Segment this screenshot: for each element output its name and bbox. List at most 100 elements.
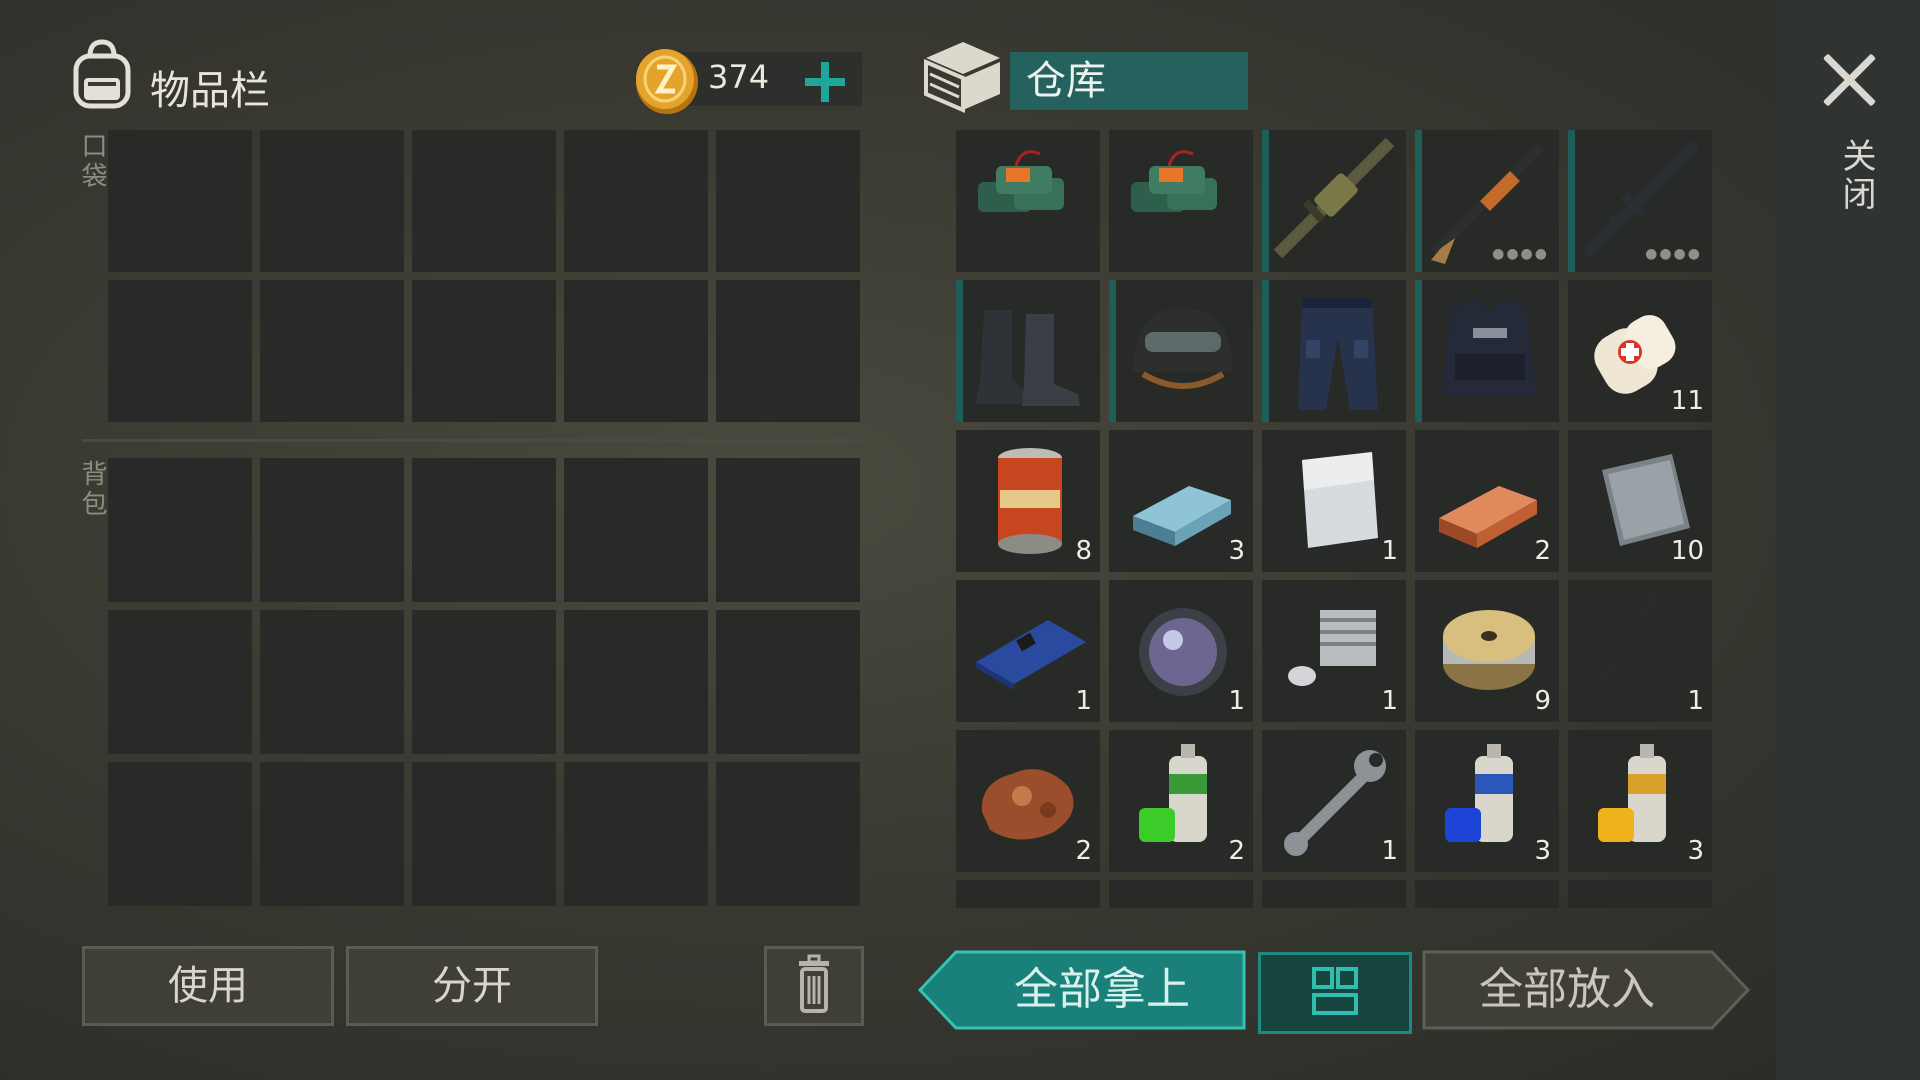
item-quantity: 10 bbox=[1670, 536, 1704, 566]
item-quantity: 2 bbox=[1534, 536, 1551, 566]
c4-explosive-icon bbox=[1131, 150, 1217, 212]
storage-slot-c4-explosive[interactable] bbox=[1109, 130, 1253, 272]
item-quantity: 1 bbox=[1687, 686, 1704, 716]
grid-sort-icon bbox=[1312, 967, 1358, 1015]
storage-slot-tactical-pants[interactable] bbox=[1262, 280, 1406, 422]
police-vest-icon bbox=[1441, 298, 1537, 396]
item-quantity: 1 bbox=[1381, 686, 1398, 716]
close-label[interactable]: 关闭 bbox=[1832, 138, 1881, 214]
storage-slot[interactable] bbox=[1109, 880, 1253, 908]
backpack-slot[interactable] bbox=[412, 610, 556, 754]
backpack-slot[interactable] bbox=[260, 762, 404, 906]
item-quantity: 2 bbox=[1075, 836, 1092, 866]
pocket-slot[interactable] bbox=[564, 130, 708, 272]
storage-slot-yellow-spray-paint[interactable]: 3 bbox=[1568, 730, 1712, 872]
storage-slot-assault-rifle[interactable]: ●●●● bbox=[1568, 130, 1712, 272]
backpack-slot[interactable] bbox=[108, 458, 252, 602]
storage-tab[interactable]: 仓库 bbox=[1010, 52, 1248, 110]
close-button[interactable] bbox=[1820, 50, 1880, 110]
storage-slot-blue-spray-paint[interactable]: 3 bbox=[1415, 730, 1559, 872]
add-coins-button[interactable] bbox=[800, 58, 850, 108]
storage-slot-green-spray-paint[interactable]: 2 bbox=[1109, 730, 1253, 872]
put-all-label: 全部放入 bbox=[1479, 964, 1655, 1015]
item-quantity: 3 bbox=[1687, 836, 1704, 866]
section-divider bbox=[82, 439, 862, 442]
pocket-slot[interactable] bbox=[564, 280, 708, 422]
backpack-slot[interactable] bbox=[716, 610, 860, 754]
backpack-slot[interactable] bbox=[716, 762, 860, 906]
storage-slot-bandage[interactable]: 11 bbox=[1568, 280, 1712, 422]
storage-slot-spring[interactable]: 1 bbox=[1568, 580, 1712, 722]
pocket-slot[interactable] bbox=[716, 130, 860, 272]
storage-slot-circuit-board[interactable]: 1 bbox=[956, 580, 1100, 722]
take-all-label: 全部拿上 bbox=[1014, 964, 1190, 1015]
backpack-grid bbox=[108, 458, 860, 906]
backpack-slot[interactable] bbox=[564, 458, 708, 602]
sort-button[interactable] bbox=[1258, 952, 1412, 1034]
inventory-title: 物品栏 bbox=[150, 68, 270, 114]
storage-slot[interactable] bbox=[1568, 880, 1712, 908]
backpack-slot[interactable] bbox=[260, 610, 404, 754]
backpack-icon bbox=[73, 39, 131, 109]
backpack-slot[interactable] bbox=[108, 610, 252, 754]
item-quantity: 1 bbox=[1381, 536, 1398, 566]
coin-icon bbox=[636, 49, 698, 114]
trash-button[interactable] bbox=[764, 946, 864, 1026]
storage-slot-lens[interactable]: 1 bbox=[1109, 580, 1253, 722]
pocket-slot[interactable] bbox=[716, 280, 860, 422]
pocket-slot[interactable] bbox=[108, 280, 252, 422]
storage-slot-aluminum-plate[interactable]: 1 bbox=[1262, 430, 1406, 572]
backpack-slot[interactable] bbox=[564, 762, 708, 906]
pocket-slot[interactable] bbox=[260, 130, 404, 272]
item-quantity: 3 bbox=[1228, 536, 1245, 566]
combat-boots-icon bbox=[976, 310, 1080, 406]
backpack-slot[interactable] bbox=[260, 458, 404, 602]
c4-explosive-icon bbox=[978, 150, 1064, 212]
item-quantity: 11 bbox=[1670, 386, 1704, 416]
pocket-slot[interactable] bbox=[108, 130, 252, 272]
storage-slot-iron-plate[interactable]: 10 bbox=[1568, 430, 1712, 572]
storage-slot-grenade-launcher-rifle[interactable] bbox=[1262, 130, 1406, 272]
storage-slot-c4-explosive[interactable] bbox=[956, 130, 1100, 272]
tactical-helmet-icon bbox=[1133, 308, 1233, 389]
trash-icon bbox=[799, 954, 829, 1013]
backpack-slot[interactable] bbox=[108, 762, 252, 906]
durability-dots: ●●●● bbox=[1492, 246, 1549, 262]
storage-slot-tactical-helmet[interactable] bbox=[1109, 280, 1253, 422]
backpack-label: 背包 bbox=[77, 460, 107, 520]
storage-slot[interactable] bbox=[956, 880, 1100, 908]
storage-slot-canned-food[interactable]: 8 bbox=[956, 430, 1100, 572]
pocket-slot[interactable] bbox=[412, 130, 556, 272]
pocket-slot[interactable] bbox=[412, 280, 556, 422]
storage-slot-wrench[interactable]: 1 bbox=[1262, 730, 1406, 872]
take-all-button[interactable]: 全部拿上 bbox=[918, 950, 1246, 1030]
storage-slot-pump-shotgun[interactable]: ●●●● bbox=[1415, 130, 1559, 272]
storage-slot-combat-boots[interactable] bbox=[956, 280, 1100, 422]
item-quantity: 9 bbox=[1534, 686, 1551, 716]
coin-count: 374 bbox=[708, 58, 770, 96]
use-button[interactable]: 使用 bbox=[82, 946, 334, 1026]
item-quantity: 3 bbox=[1534, 836, 1551, 866]
backpack-slot[interactable] bbox=[412, 762, 556, 906]
storage-slot-wire-spool[interactable]: 9 bbox=[1415, 580, 1559, 722]
storage-slot-steel-bar[interactable]: 3 bbox=[1109, 430, 1253, 572]
storage-slot-copper-bar[interactable]: 2 bbox=[1415, 430, 1559, 572]
backpack-slot[interactable] bbox=[716, 458, 860, 602]
put-all-button[interactable]: 全部放入 bbox=[1422, 950, 1750, 1030]
grenade-launcher-rifle-icon bbox=[1273, 137, 1395, 259]
storage-slot[interactable] bbox=[1262, 880, 1406, 908]
backpack-slot[interactable] bbox=[564, 610, 708, 754]
storage-slot-engine-cylinder[interactable]: 1 bbox=[1262, 580, 1406, 722]
pocket-slot[interactable] bbox=[260, 280, 404, 422]
tactical-pants-icon bbox=[1298, 298, 1378, 410]
storage-slot-police-vest[interactable] bbox=[1415, 280, 1559, 422]
storage-grid: ●●●● ●●●● 11 8 3 1 2 10 1 1 1 9 1 2 2 1 3 3 bbox=[956, 130, 1712, 908]
backpack-slot[interactable] bbox=[412, 458, 556, 602]
pocket-grid bbox=[108, 130, 860, 422]
split-button[interactable]: 分开 bbox=[346, 946, 598, 1026]
storage-slot-copper-ore[interactable]: 2 bbox=[956, 730, 1100, 872]
storage-slot[interactable] bbox=[1415, 880, 1559, 908]
durability-dots: ●●●● bbox=[1645, 246, 1702, 262]
pocket-label: 口袋 bbox=[77, 132, 107, 192]
item-quantity: 1 bbox=[1228, 686, 1245, 716]
